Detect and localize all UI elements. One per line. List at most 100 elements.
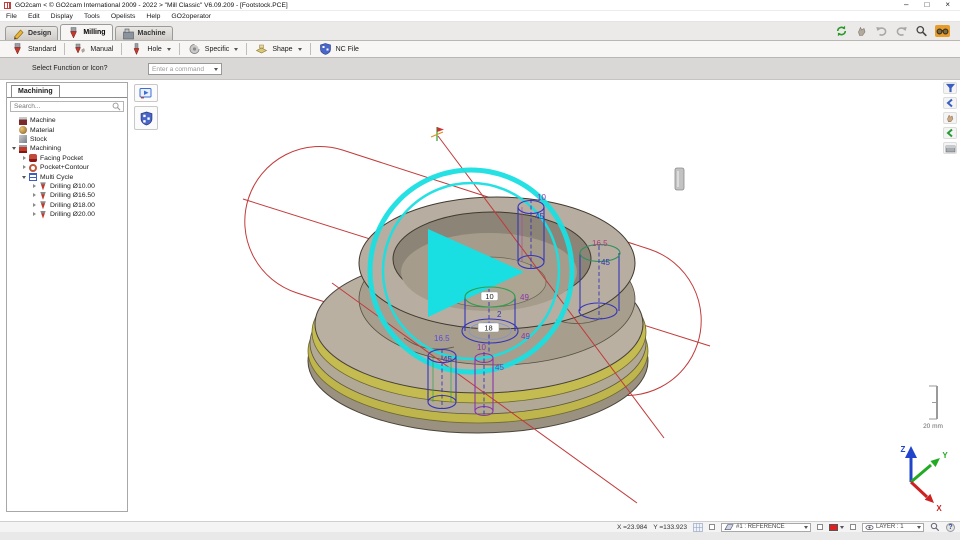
tree-node-multi-cycle[interactable]: Multi Cycle: [7, 172, 127, 181]
tab-design[interactable]: Design: [5, 26, 58, 40]
menu-edit[interactable]: Edit: [28, 13, 40, 20]
menu-help[interactable]: Help: [146, 13, 160, 20]
specific-icon: [188, 43, 201, 55]
ribbon-tabs: Design Milling Machine: [5, 24, 175, 40]
dropdown-caret-icon[interactable]: [167, 48, 171, 51]
grid-snap-icon[interactable]: [693, 523, 703, 532]
layer-value: LAYER : 1: [876, 524, 904, 530]
manual-button[interactable]: Manual: [66, 41, 120, 57]
dimension-label: 2: [497, 310, 502, 319]
expander-closed-icon[interactable]: [31, 183, 38, 190]
search-icon: [112, 102, 121, 111]
panel-tab-machining[interactable]: Machining: [11, 85, 60, 97]
simulation-panel-button[interactable]: [134, 84, 158, 102]
dimension-label: 10: [537, 193, 546, 202]
nc-file-button[interactable]: NC File: [312, 41, 366, 57]
maximize-button[interactable]: □: [924, 0, 929, 10]
tree-node-material[interactable]: Material: [7, 125, 127, 134]
expander-closed-icon[interactable]: [31, 202, 38, 209]
hole-button[interactable]: Hole: [123, 41, 177, 57]
zoom-status-icon[interactable]: [930, 522, 940, 532]
tree-node-label: Material: [30, 127, 54, 134]
combo-caret-icon[interactable]: [804, 526, 808, 529]
menu-display[interactable]: Display: [51, 13, 73, 20]
regenerate-icon[interactable]: [835, 25, 848, 37]
filter-button[interactable]: [943, 82, 957, 94]
menu-tools[interactable]: Tools: [84, 13, 100, 20]
title-bar: GO2cam < © GO2cam International 2009 - 2…: [0, 0, 960, 11]
combo-caret-icon[interactable]: [214, 68, 218, 71]
simulation-panel-icon: [139, 87, 153, 99]
dropdown-caret-icon[interactable]: [234, 48, 238, 51]
tree-node-drilling-16-5[interactable]: Drilling Ø16.50: [7, 191, 127, 200]
tab-machine[interactable]: Machine: [115, 26, 173, 40]
dropdown-caret-icon[interactable]: [298, 48, 302, 51]
machining-check-button[interactable]: [134, 106, 158, 130]
minimize-button[interactable]: –: [904, 0, 908, 10]
shape-icon: [255, 43, 268, 55]
separator: [179, 43, 180, 55]
menu-go2operator[interactable]: GO2operator: [171, 13, 211, 20]
multi-cycle-node-icon: [29, 173, 37, 181]
tab-label: Design: [28, 30, 51, 37]
standard-button[interactable]: Standard: [4, 41, 63, 57]
tree-node-stock[interactable]: Stock: [7, 135, 127, 144]
close-button[interactable]: ×: [945, 0, 950, 10]
layer-checkbox[interactable]: [850, 524, 856, 530]
scale-label: 20 mm: [923, 423, 943, 430]
shape-button[interactable]: Shape: [248, 41, 308, 57]
viewport-3d-scene[interactable]: 10 45 16.5 45: [0, 80, 960, 521]
bottom-strip: [0, 532, 960, 540]
tree-node-drilling-20[interactable]: Drilling Ø20.00: [7, 210, 127, 219]
tree-node-facing-pocket[interactable]: Facing Pocket: [7, 154, 127, 163]
expander-open-icon[interactable]: [21, 174, 28, 181]
button-label: Specific: [205, 46, 230, 53]
current-color-swatch[interactable]: [829, 524, 838, 531]
undo-icon[interactable]: [875, 25, 888, 37]
expander-closed-icon[interactable]: [21, 155, 28, 162]
tab-milling[interactable]: Milling: [60, 24, 112, 40]
button-label: Manual: [90, 46, 113, 53]
tree-node-drilling-10[interactable]: Drilling Ø10.00: [7, 182, 127, 191]
part-model[interactable]: [308, 197, 648, 433]
separator: [246, 43, 247, 55]
tree-node-machining[interactable]: Machining: [7, 144, 127, 153]
help-button[interactable]: ?: [946, 523, 955, 532]
pocket-contour-node-icon: [29, 164, 37, 172]
combo-caret-icon[interactable]: [917, 526, 921, 529]
menu-file[interactable]: File: [6, 13, 17, 20]
milling-tab-icon: [67, 27, 80, 39]
zoom-icon[interactable]: [915, 25, 928, 37]
previous-step-button[interactable]: [943, 127, 957, 139]
tree-node-drilling-18[interactable]: Drilling Ø18.00: [7, 201, 127, 210]
tree-node-machine[interactable]: Machine: [7, 116, 127, 125]
collapse-panel-button[interactable]: [943, 97, 957, 109]
tree-search[interactable]: [10, 101, 124, 112]
search-input[interactable]: [11, 103, 112, 110]
go2cam-window: GO2cam < © GO2cam International 2009 - 2…: [0, 0, 960, 540]
expander-closed-icon[interactable]: [21, 164, 28, 171]
color-checkbox[interactable]: [817, 524, 823, 530]
tree-node-label: Machine: [30, 117, 56, 124]
expander-closed-icon[interactable]: [31, 192, 38, 199]
panel-divider: [7, 97, 127, 98]
command-combobox[interactable]: Enter a command: [148, 63, 222, 75]
tree-node-label: Machining: [30, 145, 61, 152]
expander-open-icon[interactable]: [11, 145, 18, 152]
tree-node-label: Drilling Ø16.50: [50, 192, 95, 199]
redo-icon[interactable]: [895, 25, 908, 37]
go-glasses-icon[interactable]: [935, 25, 950, 37]
axis-x-label: X: [936, 504, 942, 513]
reference-checkbox[interactable]: [709, 524, 715, 530]
layer-select[interactable]: LAYER : 1: [862, 523, 924, 532]
stock-view-button[interactable]: [943, 142, 957, 154]
menu-opelists[interactable]: Opelists: [111, 13, 136, 20]
plane-icon: [724, 523, 734, 531]
color-caret-icon[interactable]: [840, 526, 844, 529]
expander-closed-icon[interactable]: [31, 211, 38, 218]
select-hand-icon[interactable]: [855, 25, 868, 37]
tree-node-pocket-contour[interactable]: Pocket+Contour: [7, 163, 127, 172]
grab-view-button[interactable]: [943, 112, 957, 124]
specific-button[interactable]: Specific: [181, 41, 246, 57]
reference-plane-select[interactable]: #1 : REFERENCE: [721, 523, 811, 532]
